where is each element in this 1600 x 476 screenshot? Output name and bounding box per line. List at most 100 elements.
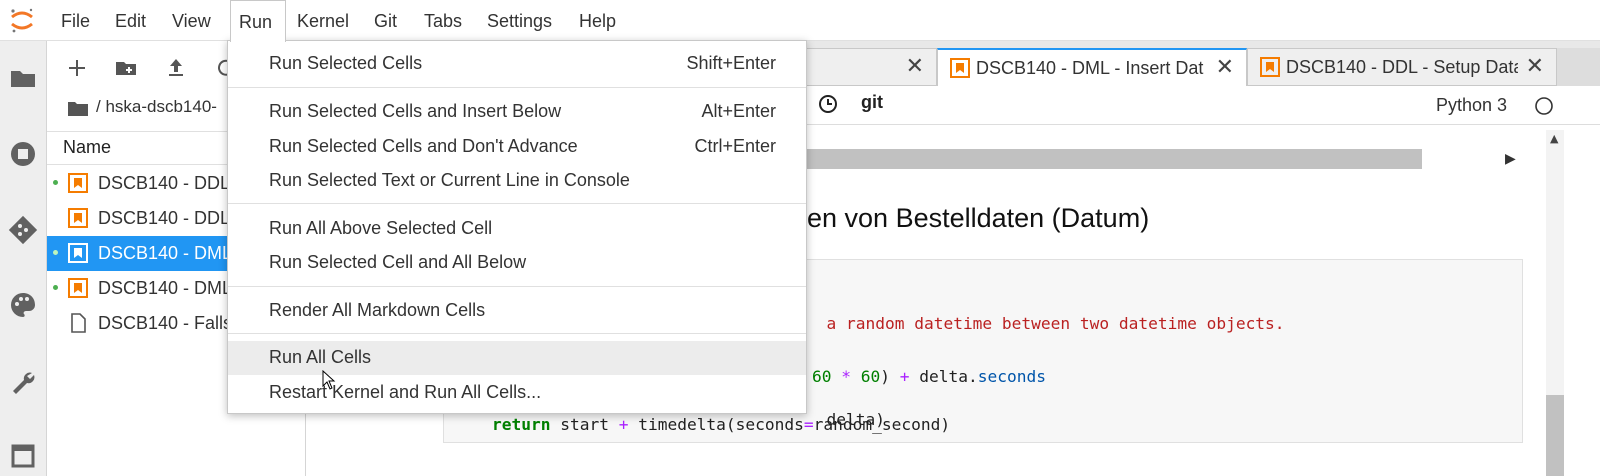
stop-circle-icon[interactable] bbox=[8, 139, 38, 169]
kernel-name[interactable]: Python 3 bbox=[1436, 95, 1507, 116]
code-text: delta. bbox=[909, 367, 978, 386]
menu-item-restart-run-all[interactable]: Restart Kernel and Run All Cells... bbox=[228, 376, 806, 410]
menu-item-run-and-insert-below[interactable]: Run Selected Cells and Insert Below Alt+… bbox=[228, 95, 806, 129]
column-name[interactable]: Name bbox=[63, 137, 111, 158]
menu-item-label: Run Selected Cells and Insert Below bbox=[269, 101, 562, 121]
menu-view[interactable]: View bbox=[172, 0, 211, 40]
menu-git[interactable]: Git bbox=[374, 0, 397, 40]
menu-run-label: Run bbox=[239, 12, 273, 32]
menu-kernel[interactable]: Kernel bbox=[297, 0, 349, 40]
code-operator: + bbox=[899, 367, 910, 386]
menu-item-label: Run Selected Cells bbox=[269, 53, 423, 73]
close-icon[interactable]: ✕ bbox=[1526, 53, 1544, 79]
scroll-right-icon[interactable]: ▶ bbox=[1505, 151, 1516, 167]
menu-item-label: Run All Above Selected Cell bbox=[269, 218, 493, 238]
code-text: timedelta(seconds bbox=[628, 415, 804, 434]
code-line-docstring: a random datetime between two datetime o… bbox=[807, 295, 1285, 333]
menu-file[interactable]: File bbox=[61, 0, 90, 40]
menu-item-run-in-console[interactable]: Run Selected Text or Current Line in Con… bbox=[228, 164, 806, 198]
menu-separator bbox=[228, 333, 806, 334]
close-icon[interactable]: ✕ bbox=[1216, 54, 1234, 80]
menu-item-render-markdown[interactable]: Render All Markdown Cells bbox=[228, 294, 806, 328]
run-menu-dropdown: Run Selected Cells Shift+Enter Run Selec… bbox=[227, 40, 807, 414]
menu-help[interactable]: Help bbox=[579, 0, 616, 40]
menu-item-shortcut: Shift+Enter bbox=[686, 53, 776, 73]
activity-bar bbox=[0, 41, 47, 476]
notebook-icon bbox=[68, 278, 88, 298]
notebook-icon bbox=[68, 173, 88, 193]
code-operator: * bbox=[841, 367, 851, 386]
menu-item-run-dont-advance[interactable]: Run Selected Cells and Don't Advance Ctr… bbox=[228, 130, 806, 164]
code-number: 60 bbox=[812, 367, 832, 386]
wrench-icon[interactable] bbox=[8, 367, 38, 397]
markdown-heading: en von Bestelldaten (Datum) bbox=[807, 203, 1150, 233]
running-indicator bbox=[53, 180, 58, 185]
menu-item-label: Run Selected Text or Current Line in Con… bbox=[269, 170, 630, 190]
file-name: DSCB140 - Falls bbox=[98, 313, 233, 333]
menu-settings[interactable]: Settings bbox=[487, 0, 552, 40]
tab-partial[interactable]: ✕ bbox=[806, 48, 937, 86]
menu-tabs[interactable]: Tabs bbox=[424, 0, 462, 40]
tabs-icon[interactable] bbox=[8, 441, 38, 471]
breadcrumb-path[interactable]: / hska-dscb140- bbox=[96, 97, 217, 117]
file-name: DSCB140 - DML bbox=[98, 243, 233, 263]
menu-separator bbox=[228, 203, 806, 204]
git-icon[interactable] bbox=[8, 215, 38, 245]
menu-item-run-all-below[interactable]: Run Selected Cell and All Below bbox=[228, 246, 806, 280]
file-name: DSCB140 - DDL bbox=[98, 208, 231, 228]
tab-label: DSCB140 - DDL - Setup Data bbox=[1286, 57, 1518, 77]
menu-item-label: Run All Cells bbox=[269, 347, 372, 367]
close-icon[interactable]: ✕ bbox=[906, 53, 924, 79]
clock-icon[interactable] bbox=[818, 94, 838, 114]
menu-item-run-all-cells[interactable]: Run All Cells bbox=[228, 341, 806, 375]
vertical-scrollbar-thumb[interactable] bbox=[1546, 395, 1564, 476]
code-line-return: return start + timedelta(seconds=random_… bbox=[492, 415, 950, 434]
code-text: random_second) bbox=[813, 415, 951, 434]
menu-item-run-all-above[interactable]: Run All Above Selected Cell bbox=[228, 212, 806, 246]
code-text: ) bbox=[880, 367, 890, 386]
code-operator: + bbox=[618, 415, 629, 434]
notebook-icon bbox=[68, 208, 88, 228]
running-indicator bbox=[53, 285, 58, 290]
tab-label: DSCB140 - DML - Insert Dat bbox=[976, 58, 1204, 78]
code-operator: = bbox=[803, 415, 814, 434]
scroll-up-icon[interactable]: ▲ bbox=[1550, 132, 1558, 145]
horizontal-scrollbar[interactable] bbox=[805, 149, 1422, 169]
tab-ddl-setup[interactable]: DSCB140 - DDL - Setup Data ✕ bbox=[1247, 48, 1557, 86]
menu-item-run-selected-cells[interactable]: Run Selected Cells Shift+Enter bbox=[228, 47, 806, 81]
code-keyword: return bbox=[492, 415, 551, 434]
code-number: 60 bbox=[860, 367, 881, 386]
notebook-icon bbox=[1260, 57, 1280, 77]
tab-dml-insert[interactable]: DSCB140 - DML - Insert Dat ✕ bbox=[937, 48, 1247, 86]
folder-icon[interactable] bbox=[67, 98, 89, 118]
mouse-cursor-icon bbox=[322, 370, 336, 390]
new-launcher-icon[interactable] bbox=[64, 55, 90, 81]
menu-item-shortcut: Alt+Enter bbox=[701, 101, 776, 121]
palette-icon[interactable] bbox=[8, 290, 38, 320]
git-button[interactable]: git bbox=[861, 92, 883, 113]
menu-item-label: Run Selected Cells and Don't Advance bbox=[269, 136, 578, 156]
file-icon bbox=[71, 313, 86, 333]
jupyter-logo[interactable] bbox=[8, 6, 36, 34]
running-indicator bbox=[53, 250, 58, 255]
code-text: start bbox=[550, 415, 619, 434]
menu-item-label: Run Selected Cell and All Below bbox=[269, 252, 527, 272]
file-name: DSCB140 - DML bbox=[98, 278, 233, 298]
menu-edit[interactable]: Edit bbox=[115, 0, 146, 40]
upload-icon[interactable] bbox=[163, 55, 189, 81]
code-line-random-second: 60 * 60) + delta.seconds bbox=[812, 367, 1046, 386]
menu-item-shortcut: Ctrl+Enter bbox=[694, 136, 776, 156]
kernel-status-icon bbox=[1535, 97, 1553, 115]
menu-item-label: Restart Kernel and Run All Cells... bbox=[269, 382, 542, 402]
new-folder-icon[interactable] bbox=[113, 55, 139, 81]
code-string: a random datetime between two datetime o… bbox=[826, 314, 1285, 333]
menu-separator bbox=[228, 286, 806, 287]
notebook-icon bbox=[68, 243, 88, 263]
menu-run[interactable]: Run bbox=[230, 0, 286, 42]
folder-icon[interactable] bbox=[8, 63, 38, 93]
notebook-icon bbox=[950, 58, 970, 78]
code-attribute: seconds bbox=[977, 367, 1046, 386]
file-name: DSCB140 - DDL bbox=[98, 173, 231, 193]
menu-separator bbox=[228, 87, 806, 88]
menu-item-label: Render All Markdown Cells bbox=[269, 300, 486, 320]
